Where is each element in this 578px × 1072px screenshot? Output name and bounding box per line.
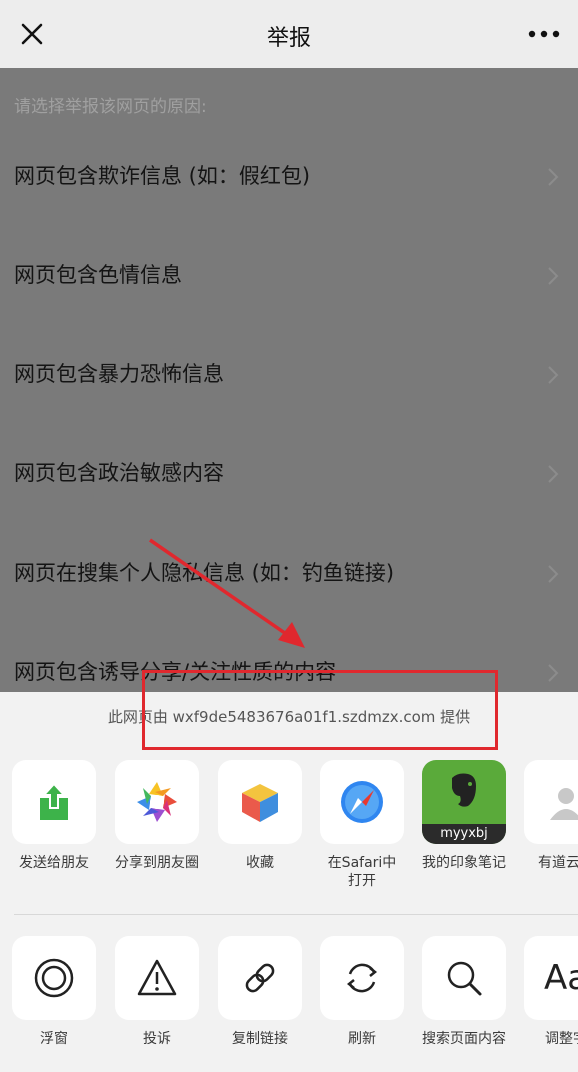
evernote-button[interactable]: myyxbj 我的印象笔记 bbox=[420, 760, 508, 872]
reason-label: 网页包含政治敏感内容 bbox=[14, 461, 224, 485]
youdao-note-button[interactable]: 有道云笔 bbox=[522, 760, 578, 872]
report-reasons: 请选择举报该网页的原因: 网页包含欺诈信息 (如：假红包) 网页包含色情信息 网… bbox=[0, 68, 578, 692]
annotation-highlight-box bbox=[142, 670, 498, 750]
evernote-icon bbox=[452, 773, 476, 807]
send-to-friend-button[interactable]: 发送给朋友 bbox=[10, 760, 98, 872]
search-icon bbox=[447, 961, 482, 996]
warning-icon bbox=[137, 959, 177, 996]
reason-label: 网页包含暴力恐怖信息 bbox=[14, 362, 224, 386]
link-icon bbox=[245, 963, 275, 993]
reason-item-violence[interactable]: 网页包含暴力恐怖信息 bbox=[0, 364, 578, 464]
youdao-icon bbox=[550, 788, 578, 820]
reason-item-fraud[interactable]: 网页包含欺诈信息 (如：假红包) bbox=[0, 166, 578, 266]
reason-item-porn[interactable]: 网页包含色情信息 bbox=[0, 265, 578, 365]
reason-prompt: 请选择举报该网页的原因: bbox=[14, 97, 207, 117]
font-size-icon: Aa bbox=[543, 958, 578, 998]
copy-link-button[interactable]: 复制链接 bbox=[216, 936, 304, 1048]
refresh-icon bbox=[346, 963, 378, 993]
nav-bar: 举报 bbox=[0, 0, 578, 68]
reason-label: 网页包含欺诈信息 (如：假红包) bbox=[14, 164, 311, 188]
evernote-badge: myyxbj bbox=[422, 824, 506, 844]
favorite-cube-icon bbox=[242, 784, 278, 822]
reason-item-politics[interactable]: 网页包含政治敏感内容 bbox=[0, 463, 578, 563]
refresh-button[interactable]: 刷新 bbox=[318, 936, 406, 1048]
row-divider bbox=[14, 914, 578, 915]
float-window-icon bbox=[34, 958, 74, 998]
reason-label: 网页在搜集个人隐私信息 (如：钓鱼链接) bbox=[14, 561, 395, 585]
open-in-safari-button[interactable]: 在Safari中 打开 bbox=[318, 760, 406, 890]
reason-label: 网页包含色情信息 bbox=[14, 263, 182, 287]
send-to-friend-icon bbox=[40, 782, 68, 820]
chevron-right-icon bbox=[548, 565, 559, 583]
chevron-right-icon bbox=[548, 664, 559, 682]
share-to-moments-button[interactable]: 分享到朋友圈 bbox=[113, 760, 201, 872]
page-title: 举报 bbox=[266, 26, 311, 51]
font-size-button[interactable]: Aa 调整字 bbox=[522, 936, 578, 1048]
chevron-right-icon bbox=[548, 366, 559, 384]
chevron-right-icon bbox=[548, 465, 559, 483]
reason-item-privacy[interactable]: 网页在搜集个人隐私信息 (如：钓鱼链接) bbox=[0, 563, 578, 663]
moments-icon bbox=[137, 782, 177, 822]
more-icon[interactable] bbox=[524, 18, 564, 50]
chevron-right-icon bbox=[548, 267, 559, 285]
safari-icon bbox=[341, 781, 383, 823]
search-page-button[interactable]: 搜索页面内容 bbox=[420, 936, 508, 1048]
complain-button[interactable]: 投诉 bbox=[113, 936, 201, 1048]
float-window-button[interactable]: 浮窗 bbox=[10, 936, 98, 1048]
chevron-right-icon bbox=[548, 168, 559, 186]
favorite-button[interactable]: 收藏 bbox=[216, 760, 304, 872]
